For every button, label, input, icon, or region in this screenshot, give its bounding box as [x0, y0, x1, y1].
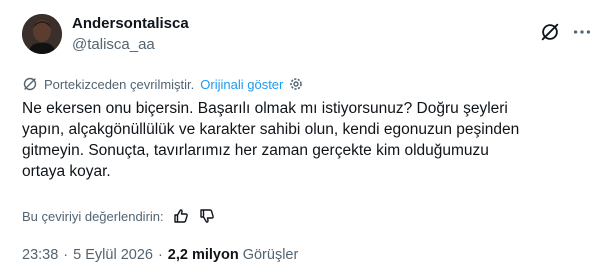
display-name[interactable]: Andersontalisca [72, 14, 189, 34]
user-handle[interactable]: @talisca_aa [72, 35, 189, 55]
translation-notice: Portekizceden çevrilmiştir. Orijinali gö… [22, 75, 304, 93]
rate-translation-prompt: Bu çeviriyi değerlendirin: [22, 208, 164, 224]
grok-icon[interactable] [539, 21, 561, 43]
translation-notice-text: Portekizceden çevrilmiştir. [44, 76, 195, 92]
translate-icon [23, 77, 37, 91]
tweet-time[interactable]: 23:38 [22, 247, 58, 263]
meta-separator: · [63, 247, 69, 263]
views-count: 2,2 milyon [167, 247, 239, 263]
profile-photo [22, 14, 62, 54]
views-label: Görüşler [242, 247, 299, 263]
thumbs-up-icon[interactable] [172, 207, 190, 225]
more-horizontal-icon[interactable] [571, 21, 593, 43]
thumbs-down-icon[interactable] [198, 207, 216, 225]
gear-icon[interactable] [288, 76, 304, 92]
tweet-date[interactable]: 5 Eylül 2026 [73, 247, 153, 263]
rate-translation: Bu çeviriyi değerlendirin: [22, 206, 216, 226]
avatar[interactable] [22, 14, 62, 54]
tweet-text: Ne ekersen onu biçersin. Başarılı olmak … [22, 100, 520, 180]
user-name-block: Andersontalisca @talisca_aa [72, 14, 189, 55]
meta-separator: · [157, 247, 163, 263]
tweet-meta: 23:38 · 5 Eylül 2026 · 2,2 milyon Görüşl… [22, 247, 298, 263]
show-original-link[interactable]: Orijinali göster [200, 77, 283, 92]
